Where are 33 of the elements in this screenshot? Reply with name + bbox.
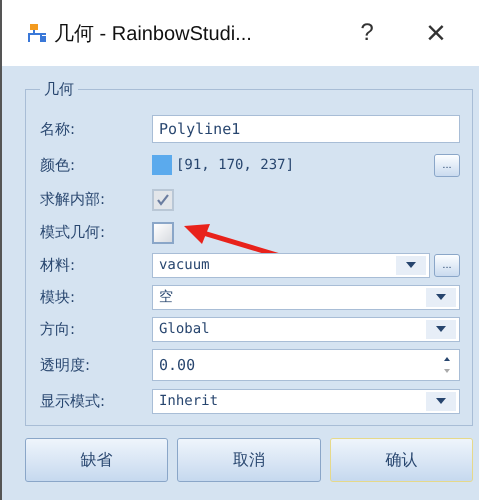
dropdown[interactable]: vacuum [152,252,430,278]
color-value: [91, 170, 237] [176,157,296,173]
field-label: 材料: [40,256,76,274]
dropdown-caret-icon [406,262,416,268]
dropdown-caret-icon [436,398,446,404]
field-label: 方向: [40,320,76,338]
browse-button[interactable]: ... [434,154,460,176]
dropdown[interactable]: Inherit [152,388,460,414]
dropdown[interactable]: Global [152,316,460,342]
browse-button[interactable]: ... [434,254,460,276]
dropdown-caret-icon [436,294,446,300]
field-label: 模块: [40,288,76,306]
spin-field[interactable]: 0.00 [152,349,460,381]
name-field[interactable]: Polyline1 [152,115,460,143]
field-label: 显示模式: [40,392,106,410]
field-label: 模式几何: [40,223,106,242]
close-button[interactable]: × [426,14,446,52]
window-title: 几何 - RainbowStudi... [54,22,253,46]
dialog-button[interactable]: 缺省 [25,438,168,482]
app-icon [26,22,48,44]
field-label: 求解内部: [40,190,106,209]
check-icon [156,192,170,206]
group-title: 几何 [43,80,75,99]
dropdown-caret-icon [436,326,446,332]
checkbox[interactable] [152,222,174,244]
help-button[interactable]: ? [352,19,382,47]
field-label: 名称: [40,120,76,138]
dialog-button[interactable]: 确认 [330,438,473,482]
field-label: 透明度: [40,356,92,374]
dialog-button[interactable]: 取消 [177,438,321,482]
spin-arrows-icon [443,356,451,374]
dropdown[interactable]: 空 [152,284,460,310]
field-label: 颜色: [40,156,76,174]
